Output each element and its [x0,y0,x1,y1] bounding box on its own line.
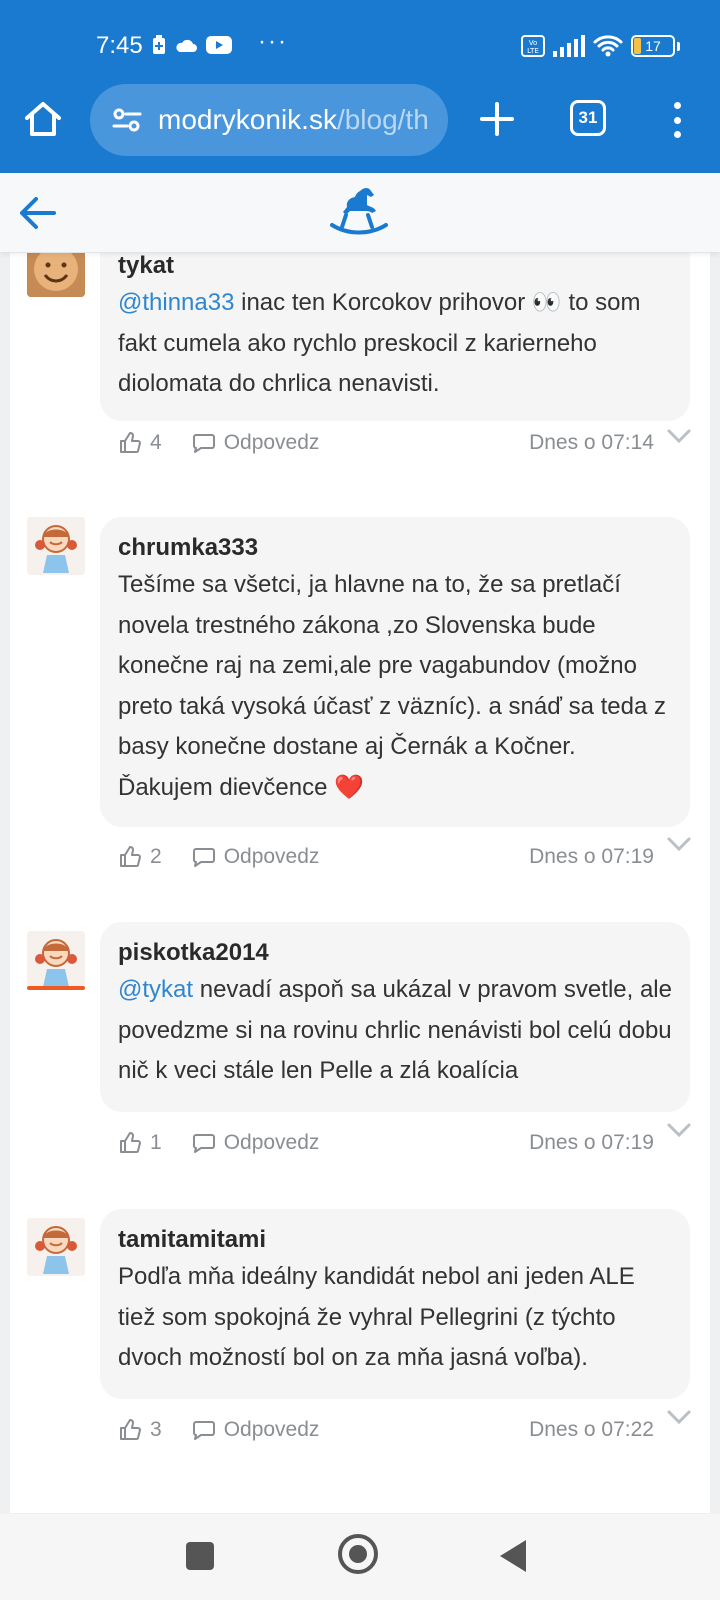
comment-text: @thinna33 inac ten Korcokov prihovor 👀 t… [118,283,672,405]
thumbs-up-icon [120,846,141,867]
new-tab-icon[interactable] [478,100,516,138]
thumbs-up-icon [120,432,141,453]
speech-bubble-icon [192,848,215,867]
girl-avatar-icon [27,931,85,989]
comment-author[interactable]: tykat [118,253,672,283]
status-time: 7:45 [96,32,143,59]
address-bar[interactable]: modrykonik.sk/blog/th [90,84,448,156]
like-count: 1 [150,1131,162,1154]
reply-label: Odpovedz [223,1131,320,1154]
speech-bubble-icon [192,1421,215,1440]
home-icon[interactable] [22,98,64,140]
comment-body: Tešíme sa všetci, ja hlavne na to, že sa… [118,571,667,801]
like-count: 2 [150,845,162,868]
mention-link[interactable]: @tykat [118,976,193,1003]
avatar[interactable] [27,517,85,575]
chevron-down-icon[interactable] [666,1408,692,1426]
comment-body: Podľa mňa ideálny kandidát nebol ani jed… [118,1263,635,1371]
avatar[interactable] [27,931,85,989]
like-count: 4 [150,431,162,454]
reply-button[interactable]: Odpovedz [192,845,320,869]
comment-text: @tykat nevadí aspoň sa ukázal v pravom s… [118,970,672,1092]
speech-bubble-icon [192,1134,215,1153]
reply-button[interactable]: Odpovedz [192,431,320,455]
comment-actions: 2 Odpovedz Dnes o 07:19 [118,837,678,877]
chevron-down-icon[interactable] [666,835,692,853]
thumbs-up-icon [120,1132,141,1153]
browser-chrome: 7:45 ··· Vo LTE 17 modrykonik.sk/blog/th … [0,0,720,173]
back-arrow-icon[interactable] [16,193,58,233]
url-text: modrykonik.sk/blog/th [158,104,429,136]
reply-label: Odpovedz [223,845,320,868]
speech-bubble-icon [192,434,215,453]
reply-label: Odpovedz [223,1418,320,1441]
rocking-horse-logo[interactable] [330,185,388,239]
status-icons-left [152,35,232,55]
signal-icon [553,35,585,57]
comment-bubble: piskotka2014 @tykat nevadí aspoň sa ukáz… [100,922,690,1112]
back-triangle-icon[interactable] [500,1540,526,1572]
comment-bubble: tykat @thinna33 inac ten Korcokov prihov… [100,253,690,421]
comment-actions: 4 Odpovedz Dnes o 07:14 [118,423,678,463]
comments-list: tykat @thinna33 inac ten Korcokov prihov… [10,253,710,1513]
like-button[interactable]: 3 [118,1418,162,1442]
comment-timestamp: Dnes o 07:22 [529,1418,654,1441]
avatar[interactable] [27,253,85,297]
site-header [0,173,720,253]
avatar-underline [27,986,85,990]
more-notifications-icon: ··· [258,28,288,55]
wifi-icon [593,35,623,57]
comment-actions: 1 Odpovedz Dnes o 07:19 [118,1123,678,1163]
comment-timestamp: Dnes o 07:19 [529,845,654,868]
comment-body: nevadí aspoň sa ukázal v pravom svetle, … [118,976,672,1084]
mention-link[interactable]: @thinna33 [118,289,234,316]
battery-nub [677,41,680,51]
system-navigation-bar [0,1514,720,1600]
status-icons-right: Vo LTE 17 [521,34,680,58]
comment-actions: 3 Odpovedz Dnes o 07:22 [118,1410,678,1450]
svg-text:Vo: Vo [529,39,538,47]
comment-bubble: chrumka333 Tešíme sa všetci, ja hlavne n… [100,517,690,827]
site-settings-icon[interactable] [112,107,142,133]
url-path: /blog/th [336,104,429,135]
comment-bubble: tamitamitami Podľa mňa ideálny kandidát … [100,1209,690,1399]
comment-author[interactable]: chrumka333 [118,531,672,565]
comment-timestamp: Dnes o 07:14 [529,431,654,454]
girl-avatar-icon [27,517,85,575]
reply-button[interactable]: Odpovedz [192,1131,320,1155]
status-bar: 7:45 ··· Vo LTE 17 [0,0,720,92]
home-circle-icon[interactable] [338,1534,378,1574]
volte-icon: VoLTE [521,35,545,57]
recent-apps-icon[interactable] [186,1542,214,1570]
browser-toolbar: modrykonik.sk/blog/th 31 [0,84,720,156]
battery-level: 17 [645,38,661,54]
youtube-icon [206,36,232,54]
like-button[interactable]: 1 [118,1131,162,1155]
cloud-icon [176,39,197,52]
like-button[interactable]: 4 [118,431,162,455]
tab-switcher-button[interactable]: 31 [570,100,606,136]
girl-avatar-icon [27,1218,85,1276]
reply-label: Odpovedz [223,431,320,454]
comment-author[interactable]: tamitamitami [118,1223,672,1257]
overflow-menu-icon[interactable] [662,102,692,138]
like-button[interactable]: 2 [118,845,162,869]
battery-icon: 17 [631,35,675,57]
chevron-down-icon[interactable] [666,427,692,445]
comment-timestamp: Dnes o 07:19 [529,1131,654,1154]
avatar[interactable] [27,1218,85,1276]
like-count: 3 [150,1418,162,1441]
svg-text:LTE: LTE [527,47,539,55]
comment-author[interactable]: piskotka2014 [118,936,672,970]
smiley-avatar-icon [27,253,85,297]
url-domain: modrykonik.sk [158,104,337,135]
chevron-down-icon[interactable] [666,1121,692,1139]
thumbs-up-icon [120,1419,141,1440]
reply-button[interactable]: Odpovedz [192,1418,320,1442]
battery-saver-icon [153,35,165,54]
